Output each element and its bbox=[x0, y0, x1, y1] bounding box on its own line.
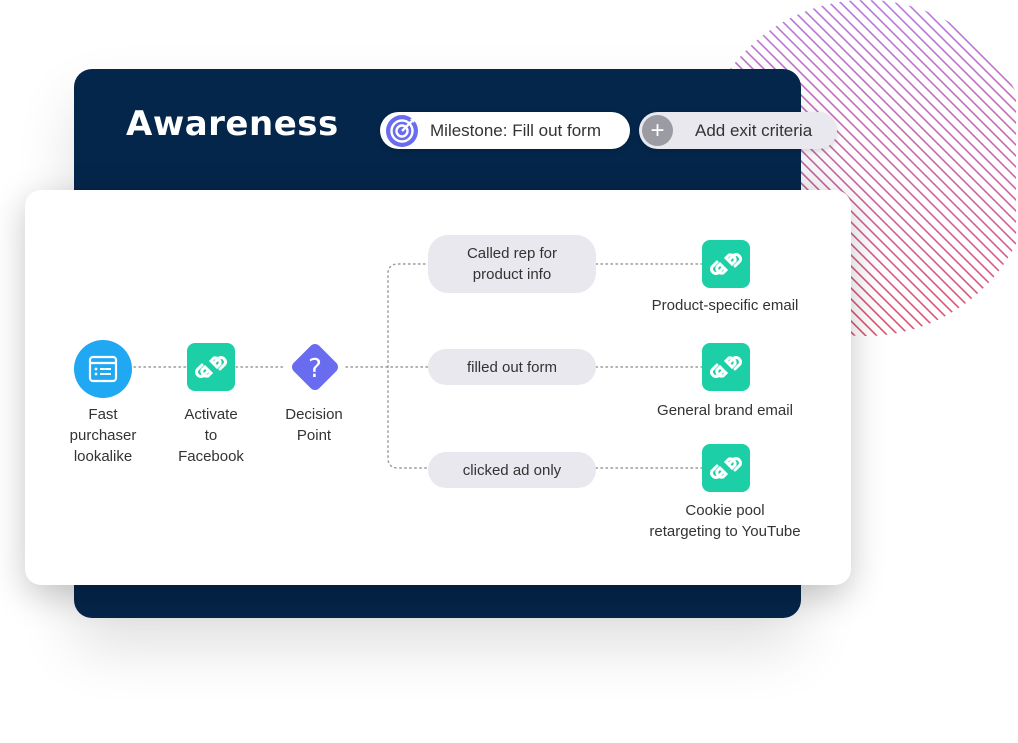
decision-symbol: ? bbox=[308, 354, 322, 384]
milestone-label: Milestone: Fill out form bbox=[430, 120, 601, 140]
action-node[interactable] bbox=[702, 343, 750, 391]
stage-title: Awareness bbox=[126, 104, 339, 144]
activate-node[interactable] bbox=[187, 343, 235, 391]
stripe-line bbox=[859, 0, 1016, 336]
add-exit-criteria-label: Add exit criteria bbox=[695, 120, 813, 140]
stripe-line bbox=[1002, 0, 1016, 336]
audience-node[interactable] bbox=[74, 340, 132, 398]
activate-label: Activate to Facebook bbox=[178, 406, 244, 465]
target-icon bbox=[386, 114, 418, 147]
action-node[interactable] bbox=[702, 240, 750, 288]
condition-pill[interactable]: clicked ad only bbox=[428, 452, 596, 488]
stripe-line bbox=[1013, 0, 1016, 336]
stripe-line bbox=[991, 0, 1016, 336]
plus-icon: + bbox=[642, 115, 673, 146]
action-label: General brand email bbox=[657, 402, 793, 419]
link-icon bbox=[710, 253, 742, 275]
link-icon bbox=[710, 457, 742, 479]
condition-pill[interactable]: filled out form bbox=[428, 349, 596, 385]
action-node[interactable] bbox=[702, 444, 750, 492]
milestone-pill[interactable]: Milestone: Fill out form bbox=[380, 112, 630, 149]
audience-label: Fast purchaser lookalike bbox=[69, 406, 137, 465]
condition-pill[interactable]: Called rep for product info bbox=[428, 235, 596, 293]
stripe-line bbox=[947, 0, 1016, 336]
action-label: Product-specific email bbox=[651, 297, 799, 314]
add-exit-criteria-button[interactable]: + Add exit criteria bbox=[639, 112, 837, 149]
question-diamond-icon[interactable]: ? bbox=[285, 337, 345, 397]
decision-label: Decision Point bbox=[285, 406, 343, 444]
link-icon bbox=[710, 356, 742, 378]
link-icon bbox=[195, 356, 227, 378]
action-label: Cookie pool retargeting to YouTube bbox=[649, 502, 801, 540]
list-window-icon bbox=[88, 355, 118, 383]
